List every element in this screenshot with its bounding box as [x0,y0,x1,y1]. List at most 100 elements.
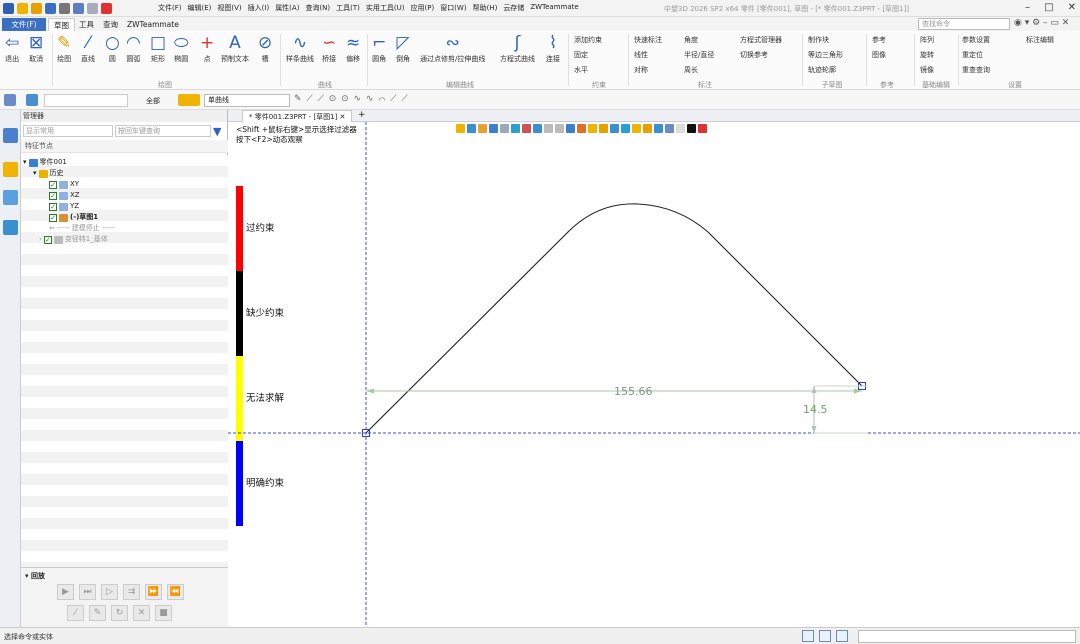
cancel-icon[interactable]: ✕ [133,605,150,621]
menu-zwteammate[interactable]: ZWTeammate [530,3,578,13]
visibility-checkbox[interactable]: ✓ [49,213,57,222]
menu-tools[interactable]: 工具(T) [336,3,360,13]
marker-icon[interactable]: ⁄ [67,605,84,621]
equation-manager-button[interactable]: 方程式管理器 [740,35,782,45]
tab-query[interactable]: 查询 [98,18,123,31]
close-icon[interactable]: ✕ [1068,2,1076,13]
visibility-checkbox[interactable]: ✓ [49,180,57,189]
menu-cloud[interactable]: 云存储 [503,3,524,13]
library-icon[interactable] [3,190,18,205]
visibility-checkbox[interactable]: ✓ [43,235,52,244]
step-forward-icon[interactable]: ⏭ [79,584,96,600]
fast-forward-icon[interactable]: ⏩ [145,584,162,600]
redo-icon[interactable] [87,3,98,14]
bridge-button[interactable]: ∽ 桥接 [322,33,336,64]
sketch-canvas[interactable]: <Shift +鼠标右键>显示选择过滤器 按下<F2>动态观察 过约束 缺少约束… [228,122,1080,627]
stop-icon[interactable]: ■ [155,605,172,621]
add-tab-icon[interactable]: + [358,110,366,120]
tree-node-part[interactable]: ▾ 零件001 [23,157,67,168]
filter-icon[interactable]: ▼ [213,125,221,138]
menu-query[interactable]: 查询(N) [305,3,330,13]
menu-apps[interactable]: 应用(P) [411,3,435,13]
status-layout-icon[interactable] [836,630,848,642]
slot-button[interactable]: ⊘ 槽 [258,33,272,64]
line-button[interactable]: ⁄ 直线 [81,33,95,64]
radius-dim-button[interactable]: 半径/直径 [684,50,714,60]
menu-file[interactable]: 文件(F) [158,3,182,13]
command-input[interactable] [858,630,1076,643]
linear-dim-button[interactable]: 线性 [634,50,648,60]
horizontal-button[interactable]: 水平 [574,65,588,75]
quick-dim-button[interactable]: 快速标注 [634,35,662,45]
view-mode-icon[interactable] [26,94,38,106]
param-settings-button[interactable]: 参数设置 [962,35,990,45]
tab-file[interactable]: 文件(F) [2,18,46,31]
command-search-input[interactable]: 查找命令 [918,18,1010,30]
status-display-icon[interactable] [819,630,831,642]
requery-button[interactable]: 重查查询 [962,65,990,75]
assembly-icon[interactable] [3,162,18,177]
snap-tools[interactable]: ✎ ⟋ ⟋ ⊙ ⊙ ∿ ∿ ⌒ ⟋ ⟋ [294,94,409,104]
connect-button[interactable]: ⌇ 连接 [546,33,560,64]
fixed-button[interactable]: 固定 [574,50,588,60]
rewind-icon[interactable]: ⏪ [167,584,184,600]
play-loop-icon[interactable]: ⇉ [123,584,140,600]
new-file-icon[interactable] [17,3,28,14]
cancel-button[interactable]: ⊠ 取消 [29,33,43,64]
reference-button[interactable]: 参考 [872,35,886,45]
undo-icon[interactable] [73,3,84,14]
menu-view[interactable]: 视图(V) [217,3,241,13]
offset-button[interactable]: ≈ 偏移 [346,33,360,64]
filter-select[interactable] [44,94,128,107]
tab-sketch[interactable]: 草图 [48,18,75,31]
draw-button[interactable]: ✎ 绘图 [57,33,71,64]
sketch-curve[interactable] [365,203,863,434]
track-contour-button[interactable]: 轨迹轮廓 [808,65,836,75]
add-constraint-button[interactable]: 添加约束 [574,35,602,45]
display-filter-select[interactable]: 显示常用 [23,125,113,137]
point-button[interactable]: + 点 [200,33,214,64]
expand-icon[interactable]: › [39,234,42,245]
menu-help[interactable]: 帮助(H) [473,3,498,13]
circle-button[interactable]: ○ 圆 [105,33,120,64]
play-start-icon[interactable]: ▶ [57,584,74,600]
preset-text-button[interactable]: A 预制文本 [221,33,249,64]
save-icon[interactable] [45,3,56,14]
status-mode-icon[interactable] [802,630,814,642]
menu-edit[interactable]: 编辑(E) [188,3,212,13]
tree-node-xz[interactable]: ✓ XZ [49,190,80,201]
visibility-checkbox[interactable]: ✓ [49,191,57,200]
chamfer-button[interactable]: ◸ 倒角 [396,33,410,64]
dim-edit-button[interactable]: 标注编辑 [1026,35,1054,45]
angle-dim-button[interactable]: 角度 [684,35,698,45]
tab-zwteammate[interactable]: ZWTeammate [122,18,184,31]
spline-button[interactable]: ∿ 样条曲线 [286,33,314,64]
tab-document[interactable]: * 零件001.Z3PRT - [草图1] ✕ [242,110,353,122]
restore-icon[interactable]: □ [1044,2,1053,13]
horizontal-dimension-value[interactable]: 155.66 [614,385,653,398]
feature-tree-icon[interactable] [3,128,18,143]
collapse-icon[interactable]: ▾ [23,157,27,168]
tree-search-input[interactable]: 按回车键查询 [115,125,211,137]
make-block-button[interactable]: 制作块 [808,35,829,45]
edit-icon[interactable]: ✎ [89,605,106,621]
rectangle-button[interactable]: □ 矩形 [150,33,166,64]
menu-utilities[interactable]: 实用工具(U) [366,3,405,13]
collapse-icon[interactable]: ▾ [33,168,37,179]
fillet-button[interactable]: ⌐ 圆角 [372,33,386,64]
help-icon[interactable]: ◉ ▾ ⚙ – ▭ ✕ [1014,18,1069,28]
curve-type-select[interactable]: 单曲线 [204,94,290,107]
equilateral-triangle-button[interactable]: 等边三角形 [808,50,843,60]
user-icon[interactable] [3,220,18,235]
symmetric-dim-button[interactable]: 对称 [634,65,648,75]
rotate-button[interactable]: 旋转 [920,50,934,60]
array-button[interactable]: 阵列 [920,35,934,45]
minimize-icon[interactable]: – [1025,2,1030,13]
filter-all-label[interactable]: 全部 [146,96,160,106]
image-button[interactable]: 图像 [872,50,886,60]
tree-node-modeling-stop[interactable]: ⇐ ----- 建模停止 ----- [49,223,115,234]
tree-node-feature[interactable]: › ✓ 变径特1_基体 [39,234,108,245]
pick-filter-icon[interactable] [178,94,200,106]
tree-node-history[interactable]: ▾ 历史 [33,168,64,179]
menu-insert[interactable]: 插入(I) [248,3,270,13]
